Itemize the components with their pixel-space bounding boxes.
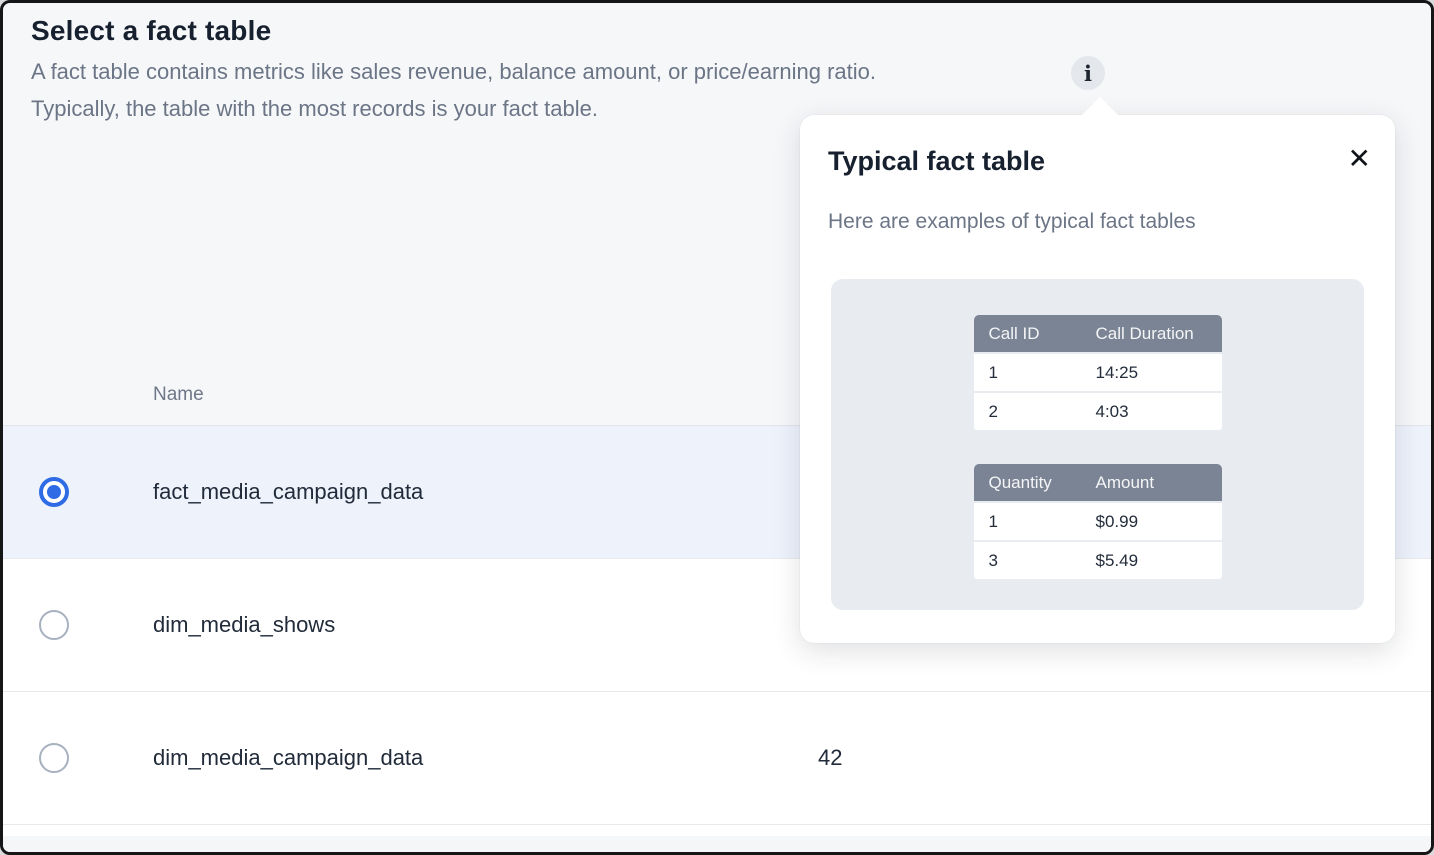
example-header: Call ID <box>974 315 1086 352</box>
example-header: Amount <box>1086 464 1222 501</box>
page-title: Select a fact table <box>31 15 271 47</box>
table-name-label: dim_media_campaign_data <box>153 745 423 771</box>
example-row: 1 $0.99 <box>974 503 1222 540</box>
select-fact-table-screen: Select a fact table A fact table contain… <box>0 0 1434 855</box>
radio-button[interactable] <box>39 477 69 507</box>
example-cell: 1 <box>974 354 1086 391</box>
example-cell: $5.49 <box>1086 542 1222 579</box>
example-cell: 2 <box>974 393 1086 430</box>
radio-button[interactable] <box>39 610 69 640</box>
typical-fact-table-popover: Typical fact table ✕ Here are examples o… <box>800 115 1395 643</box>
table-name-label: dim_media_shows <box>153 612 335 638</box>
example-cell: 3 <box>974 542 1086 579</box>
example-cell: 1 <box>974 503 1086 540</box>
table-row[interactable]: dim_media_campaign_data 42 <box>3 692 1431 825</box>
footer-strip <box>3 838 1431 852</box>
popover-arrow-icon <box>1081 97 1119 116</box>
example-row: 3 $5.49 <box>974 542 1222 579</box>
example-cell: 14:25 <box>1086 354 1222 391</box>
column-header-name: Name <box>153 384 204 406</box>
example-header: Quantity <box>974 464 1086 501</box>
example-table-calls: Call ID Call Duration 1 14:25 2 4:03 <box>974 313 1222 432</box>
example-row: 1 14:25 <box>974 354 1222 391</box>
page-description-line2: Typically, the table with the most recor… <box>31 96 598 122</box>
example-row: 2 4:03 <box>974 393 1222 430</box>
table-row-count: 42 <box>818 745 842 771</box>
example-cell: 4:03 <box>1086 393 1222 430</box>
page-description-line1: A fact table contains metrics like sales… <box>31 59 876 85</box>
examples-panel: Call ID Call Duration 1 14:25 2 4:03 <box>831 279 1364 610</box>
table-name-label: fact_media_campaign_data <box>153 479 423 505</box>
popover-title: Typical fact table <box>828 146 1045 177</box>
example-table-sales: Quantity Amount 1 $0.99 3 $5.49 <box>974 462 1222 581</box>
info-icon[interactable]: i <box>1071 56 1105 90</box>
table-bottom-padding <box>3 825 1431 836</box>
radio-button[interactable] <box>39 743 69 773</box>
example-header: Call Duration <box>1086 315 1222 352</box>
popover-subtitle: Here are examples of typical fact tables <box>828 210 1196 234</box>
close-icon[interactable]: ✕ <box>1348 145 1371 173</box>
example-cell: $0.99 <box>1086 503 1222 540</box>
